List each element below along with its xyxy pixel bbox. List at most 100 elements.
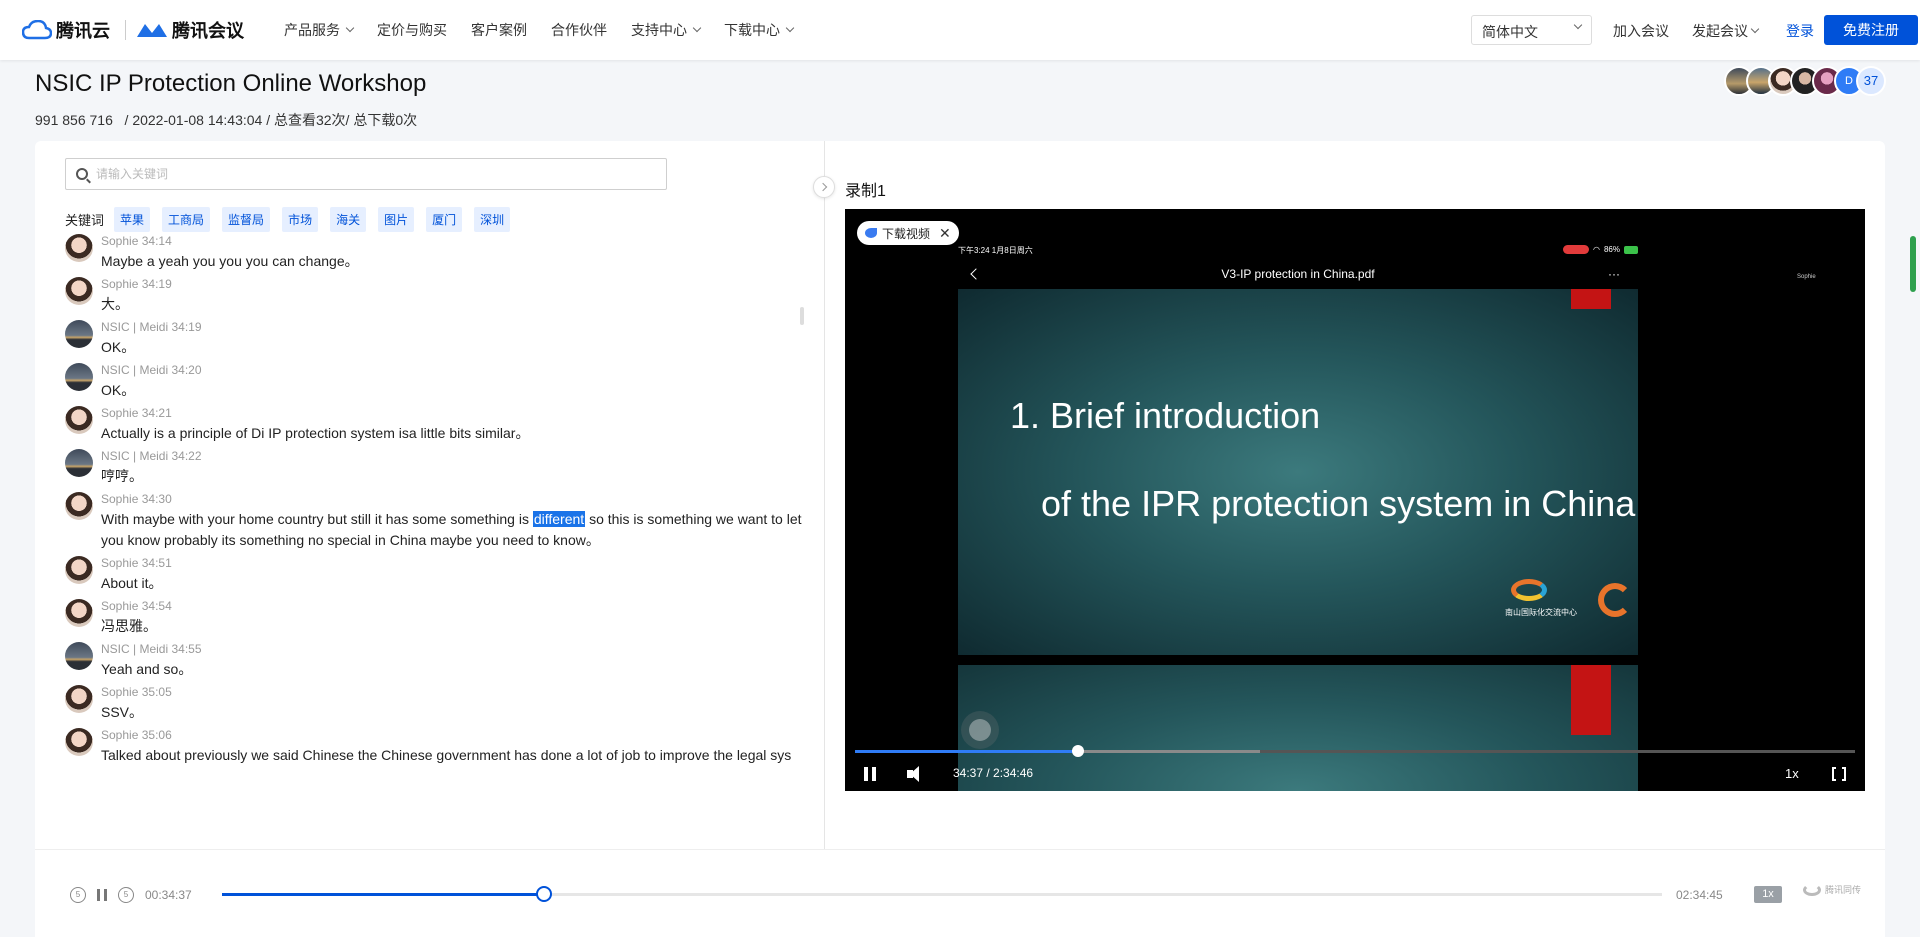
presentation-slide: 1. Brief introduction of the IPR protect… bbox=[958, 289, 1638, 655]
transcript-list[interactable]: Sophie 34:14 Maybe a yeah you you you ca… bbox=[65, 232, 805, 839]
page-title: NSIC IP Protection Online Workshop bbox=[35, 70, 427, 97]
avatar bbox=[65, 599, 93, 627]
transcript-text: SSV。 bbox=[101, 704, 144, 720]
transcript-entry[interactable]: NSIC | Meidi 34:22 哼哼。 bbox=[65, 447, 805, 487]
keyword-row: 关键词 苹果 工商局 监督局 市场 海关 图片 厦门 深圳 bbox=[65, 207, 522, 232]
cloud-icon bbox=[22, 20, 52, 40]
start-meeting-link[interactable]: 发起会议 bbox=[1692, 21, 1760, 41]
search-input[interactable] bbox=[96, 167, 666, 181]
fullscreen-icon[interactable] bbox=[1832, 766, 1846, 782]
transcript-entry[interactable]: Sophie 34:54 冯思雅。 bbox=[65, 597, 805, 637]
avatar bbox=[65, 234, 93, 262]
touch-indicator bbox=[969, 719, 991, 741]
transcript-entry[interactable]: Sophie 35:06 Talked about previously we … bbox=[65, 726, 805, 766]
keyword-tag[interactable]: 市场 bbox=[282, 207, 319, 232]
close-icon[interactable]: ✕ bbox=[939, 225, 951, 242]
playback-progress-handle[interactable] bbox=[535, 886, 552, 902]
rewind-icon[interactable]: 5 bbox=[70, 887, 86, 903]
slide-heading-line2: of the IPR protection system in China bbox=[1041, 483, 1636, 524]
meeting-id: 991 856 716 bbox=[35, 112, 113, 128]
phone-status-right: ◠ 86% bbox=[1563, 245, 1638, 254]
logo-separator bbox=[125, 20, 126, 40]
avatar bbox=[65, 363, 93, 391]
transcript-text: 冯思雅。 bbox=[101, 618, 157, 634]
more-icon: ··· bbox=[1608, 267, 1620, 281]
speaker-line: Sophie 35:05 bbox=[101, 685, 172, 699]
recording-indicator-icon bbox=[1563, 245, 1589, 254]
collapse-panel-button[interactable] bbox=[813, 176, 835, 198]
transcript-text: 大。 bbox=[101, 296, 129, 312]
transcript-entry[interactable]: Sophie 34:19 大。 bbox=[65, 275, 805, 315]
keyword-tag[interactable]: 深圳 bbox=[474, 207, 511, 232]
transcript-entry[interactable]: Sophie 34:30 With maybe with your home c… bbox=[65, 490, 805, 551]
brand2-text: 腾讯会议 bbox=[172, 21, 244, 41]
pause-icon[interactable] bbox=[97, 889, 107, 901]
nav-item-download[interactable]: 下载中心 bbox=[724, 20, 795, 40]
transcript-entry[interactable]: NSIC | Meidi 34:20 OK。 bbox=[65, 361, 805, 401]
transcript-entry[interactable]: Sophie 35:05 SSV。 bbox=[65, 683, 805, 723]
transcript-entry[interactable]: Sophie 34:14 Maybe a yeah you you you ca… bbox=[65, 232, 805, 272]
keyword-tag[interactable]: 厦门 bbox=[426, 207, 463, 232]
chevron-down-icon bbox=[1750, 24, 1760, 34]
page-scrollbar[interactable] bbox=[1910, 236, 1916, 292]
video-player[interactable]: 下午3:24 1月8日周六 ◠ 86% V3-IP protection in … bbox=[845, 209, 1865, 791]
keyword-tag[interactable]: 海关 bbox=[330, 207, 367, 232]
nav-item-products[interactable]: 产品服务 bbox=[284, 20, 355, 40]
panel-divider bbox=[824, 141, 825, 849]
slide-org-name: 南山国际化交流中心 bbox=[1505, 608, 1577, 617]
speaker-line: NSIC | Meidi 34:22 bbox=[101, 449, 202, 463]
video-progress-bar[interactable] bbox=[855, 745, 1855, 757]
meeting-logo-icon bbox=[137, 24, 167, 37]
playback-speed[interactable]: 1x bbox=[1754, 886, 1782, 903]
language-select[interactable]: 简体中文 bbox=[1471, 15, 1592, 45]
nav-item-partners[interactable]: 合作伙伴 bbox=[551, 20, 607, 40]
playback-progress-bar[interactable] bbox=[222, 886, 1662, 902]
download-icon bbox=[865, 228, 877, 238]
search-box[interactable] bbox=[65, 158, 667, 190]
participant-count: 37 bbox=[1856, 66, 1886, 96]
slide-red-tab bbox=[1571, 665, 1611, 735]
transcript-text: Talked about previously we said Chinese … bbox=[101, 747, 792, 763]
nav-item-pricing[interactable]: 定价与购买 bbox=[377, 20, 447, 40]
keyword-tag[interactable]: 苹果 bbox=[114, 207, 151, 232]
forward-icon[interactable]: 5 bbox=[118, 887, 134, 903]
keyword-tag[interactable]: 监督局 bbox=[222, 207, 271, 232]
transcript-entry[interactable]: NSIC | Meidi 34:55 Yeah and so。 bbox=[65, 640, 805, 680]
transcript-entry[interactable]: Sophie 34:21 Actually is a principle of … bbox=[65, 404, 805, 444]
playback-bar: 5 5 00:34:37 02:34:45 1x 腾讯同传 bbox=[35, 849, 1885, 937]
presenter-label: Sophie bbox=[1797, 274, 1816, 280]
download-video-button[interactable]: 下载视频 ✕ bbox=[857, 221, 959, 245]
search-highlight: different bbox=[532, 511, 586, 527]
nav-item-support[interactable]: 支持中心 bbox=[631, 20, 702, 40]
keyword-tag[interactable]: 工商局 bbox=[162, 207, 211, 232]
keyword-tag[interactable]: 图片 bbox=[378, 207, 415, 232]
speaker-line: Sophie 34:54 bbox=[101, 599, 172, 613]
avatar bbox=[65, 728, 93, 756]
volume-icon[interactable] bbox=[907, 766, 927, 782]
avatar bbox=[65, 642, 93, 670]
battery-icon bbox=[1624, 245, 1638, 254]
nav-item-cases[interactable]: 客户案例 bbox=[471, 20, 527, 40]
participant-avatars[interactable]: D 37 bbox=[1724, 66, 1886, 96]
slide-partner-logo bbox=[1598, 583, 1632, 617]
avatar bbox=[65, 277, 93, 305]
transcript-scrollbar[interactable] bbox=[800, 307, 804, 325]
transcript-entry[interactable]: NSIC | Meidi 34:19 OK。 bbox=[65, 318, 805, 358]
current-time: 00:34:37 bbox=[145, 888, 192, 902]
login-link[interactable]: 登录 bbox=[1786, 21, 1814, 41]
speaker-line: NSIC | Meidi 34:20 bbox=[101, 363, 202, 377]
tencent-cloud-logo[interactable]: 腾讯云 bbox=[22, 17, 110, 43]
main-nav: 产品服务 定价与购买 客户案例 合作伙伴 支持中心 下载中心 bbox=[284, 20, 817, 40]
playback-speed[interactable]: 1x bbox=[1785, 766, 1799, 781]
join-meeting-link[interactable]: 加入会议 bbox=[1613, 21, 1669, 41]
pause-icon[interactable] bbox=[864, 767, 876, 781]
tencent-interpretation-logo: 腾讯同传 bbox=[1803, 884, 1861, 896]
avatar bbox=[65, 406, 93, 434]
interpretation-brand: 腾讯同传 bbox=[1825, 885, 1862, 895]
top-navbar: 腾讯云 腾讯会议 产品服务 定价与购买 客户案例 合作伙伴 支持中心 下载中心 … bbox=[0, 0, 1920, 60]
avatar bbox=[65, 685, 93, 713]
register-button[interactable]: 免费注册 bbox=[1824, 15, 1918, 45]
tencent-meeting-logo[interactable]: 腾讯会议 bbox=[136, 17, 244, 43]
document-titlebar: V3-IP protection in China.pdf ··· bbox=[958, 259, 1638, 289]
transcript-entry[interactable]: Sophie 34:51 About it。 bbox=[65, 554, 805, 594]
